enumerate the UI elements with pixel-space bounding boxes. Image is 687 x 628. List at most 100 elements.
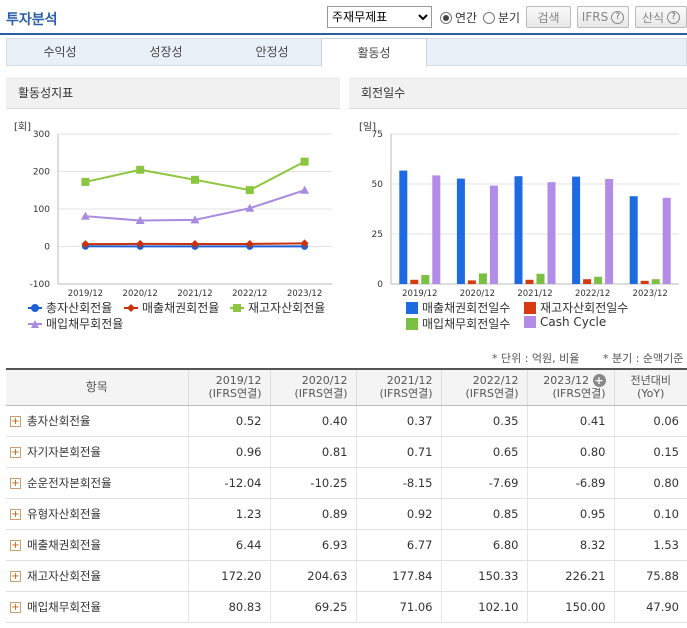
expand-column-icon[interactable]: + — [592, 374, 606, 388]
tab-growth[interactable]: 성장성 — [113, 38, 219, 66]
table-cell: 0.95 — [526, 498, 614, 530]
search-button[interactable]: 검색 — [526, 6, 571, 28]
table-cell: 6.80 — [440, 529, 527, 561]
column-header: 2021/12 (IFRS연결) — [355, 368, 441, 406]
statement-select[interactable]: 주재무제표 — [327, 6, 432, 28]
unit-note: * 단위 : 억원, 비율 — [492, 352, 580, 365]
row-label-cell: + 매입채무회전율 — [6, 591, 188, 623]
table-cell: 80.83 — [187, 591, 270, 623]
table-cell: 0.81 — [269, 436, 356, 468]
activity-table: 항목 2019/12 (IFRS연결) 2020/12 (IFRS연결) 2021/… — [6, 368, 687, 623]
expand-row-icon[interactable]: + — [10, 570, 21, 582]
row-label-cell: + 순운전자본회전율 — [6, 467, 188, 499]
table-cell: 0.80 — [526, 436, 614, 468]
radio-annual-label: 연간 — [455, 11, 478, 25]
expand-row-icon[interactable]: + — [10, 508, 21, 520]
column-header-sub: (IFRS연결) — [465, 387, 519, 401]
column-header-sub: (IFRS연결) — [208, 387, 262, 401]
expand-row-icon[interactable]: + — [10, 601, 21, 613]
header-divider — [0, 33, 687, 35]
table-row: + 매입채무회전율 80.83 69.25 71.06 102.10 150.00 47.90 — [6, 591, 687, 623]
table-cell: 177.84 — [355, 560, 441, 592]
radio-annual-dot[interactable] — [440, 11, 452, 24]
activity-ratio-panel-header: 활동성지표 — [6, 77, 340, 109]
y-tick-label: 25 — [372, 230, 383, 240]
expand-row-icon[interactable]: + — [10, 446, 21, 458]
diamond-marker-icon — [124, 303, 138, 312]
table-cell: 6.93 — [269, 529, 356, 561]
column-header-label: 2022/12 — [472, 374, 519, 388]
table-cell: 0.40 — [269, 405, 356, 437]
tab-stability[interactable]: 안정성 — [219, 38, 325, 66]
data-point — [300, 185, 310, 194]
row-label: 총자산회전율 — [27, 413, 91, 428]
column-header: 2022/12 (IFRS연결) — [440, 368, 527, 406]
legend-payable-turnover: 매입채무회전율 — [28, 315, 123, 332]
bar — [456, 178, 465, 284]
bar — [583, 279, 592, 284]
expand-row-icon[interactable]: + — [10, 415, 21, 427]
legend-label: 재고자산회전율 — [248, 301, 326, 315]
table-cell: 0.52 — [187, 405, 270, 437]
table-cell: 102.10 — [440, 591, 527, 623]
row-label-cell: + 매출채권회전율 — [6, 529, 188, 561]
bar — [410, 279, 419, 284]
table-cell: 69.25 — [269, 591, 356, 623]
row-label-cell: + 총자산회전율 — [6, 405, 188, 437]
bar — [432, 175, 441, 284]
expand-row-icon[interactable]: + — [10, 539, 21, 551]
row-label: 재고자산회전율 — [27, 568, 102, 583]
y-tick-label: 0 — [44, 243, 50, 253]
column-header-sub: (IFRS연결) — [379, 387, 433, 401]
table-cell: 226.21 — [526, 560, 614, 592]
bar — [662, 197, 671, 284]
x-tick-label: 2022/12 — [232, 289, 267, 299]
bar — [536, 273, 545, 284]
triangle-marker-icon — [28, 319, 42, 328]
formula-button[interactable]: 산식 ? — [635, 6, 687, 28]
row-label: 순운전자본회전율 — [27, 475, 112, 490]
circle-marker-icon — [28, 303, 42, 312]
table-cell: 8.32 — [526, 529, 614, 561]
radio-annual[interactable]: 연간 — [440, 9, 477, 26]
table-cell: 0.80 — [613, 467, 687, 499]
legend-swatch — [406, 301, 418, 314]
column-header-label: 항목 — [85, 379, 108, 394]
y-tick-label: 200 — [33, 168, 50, 178]
column-header-sub: (IFRS연결) — [552, 387, 606, 401]
activity-line-chart: 300 200 100 0 -100 2019/12 2020/12 2021/12 2022/… — [30, 130, 332, 299]
legend-label: 재고자산회전일수 — [540, 301, 629, 315]
row-label: 매입채무회전율 — [27, 599, 102, 614]
row-label: 유형자산회전율 — [27, 506, 102, 521]
column-header-label: 2023/12 — [543, 374, 589, 388]
x-tick-label: 2023/12 — [287, 289, 322, 299]
tab-profitability[interactable]: 수익성 — [7, 38, 113, 66]
table-row: + 유형자산회전율 1.23 0.89 0.92 0.85 0.95 0.10 — [6, 498, 687, 530]
bar — [651, 279, 660, 284]
tab-activity[interactable]: 활동성 — [321, 38, 427, 67]
column-header: 2023/12 + (IFRS연결) — [526, 368, 614, 406]
bar — [467, 280, 476, 284]
legend-inventory-turnover: 재고자산회전율 — [230, 299, 325, 316]
legend-swatch — [524, 301, 536, 314]
radio-quarter-dot[interactable] — [483, 11, 495, 24]
legend-label: 매출채권회전율 — [142, 301, 220, 315]
y-tick-label: 300 — [33, 130, 50, 140]
ifrs-button[interactable]: IFRS ? — [577, 6, 629, 28]
table-cell: -8.15 — [355, 467, 441, 499]
column-header-sub: (IFRS연결) — [294, 387, 348, 401]
x-tick-label: 2019/12 — [402, 289, 437, 299]
radio-quarter-label: 분기 — [498, 11, 521, 25]
bar — [525, 279, 534, 284]
search-button-label: 검색 — [537, 10, 560, 25]
expand-row-icon[interactable]: + — [10, 477, 21, 489]
table-cell: 0.89 — [269, 498, 356, 530]
bar — [547, 182, 556, 284]
data-point — [191, 175, 199, 184]
table-cell: -12.04 — [187, 467, 270, 499]
radio-quarter[interactable]: 분기 — [483, 9, 520, 26]
y-tick-label: 0 — [377, 280, 383, 290]
bar — [478, 273, 487, 284]
row-label: 매출채권회전율 — [27, 537, 102, 552]
x-tick-label: 2019/12 — [68, 289, 103, 299]
